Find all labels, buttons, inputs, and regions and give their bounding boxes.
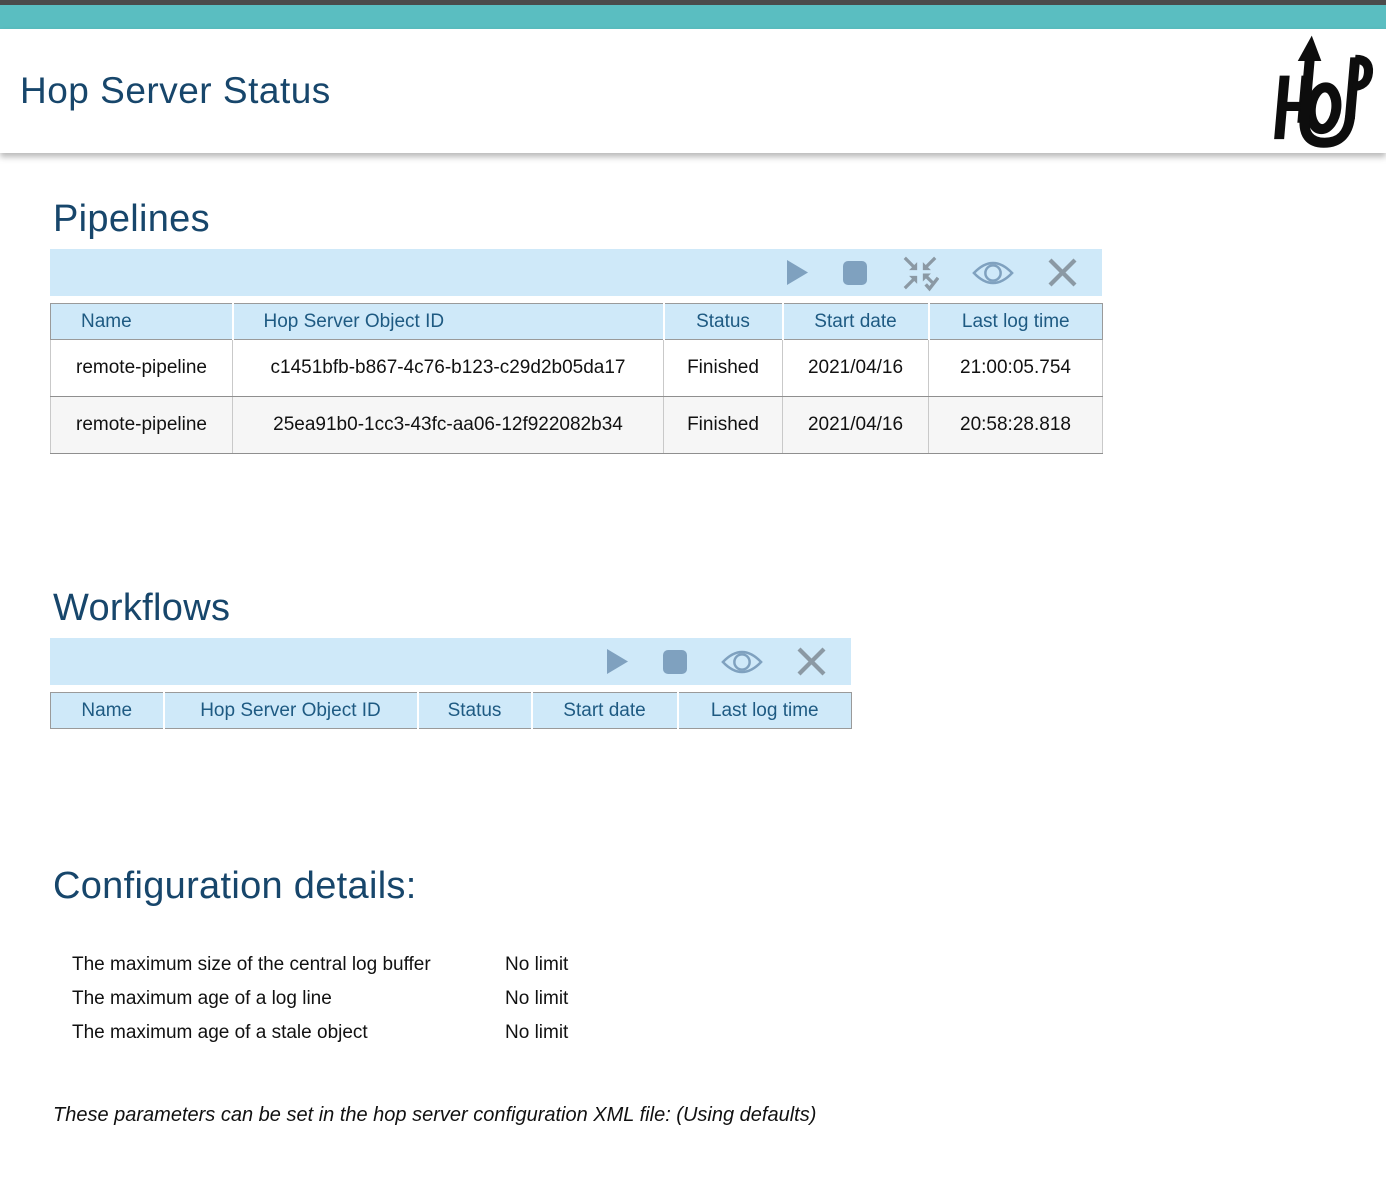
stop-pipeline-button[interactable] (842, 260, 868, 286)
pipelines-header-row: Name Hop Server Object ID Status Start d… (51, 304, 1103, 340)
pipeline-row[interactable]: remote-pipeline 25ea91b0-1cc3-43fc-aa06-… (51, 397, 1103, 454)
stop-icon (842, 260, 868, 286)
play-icon (786, 259, 809, 286)
view-pipeline-button[interactable] (972, 259, 1014, 287)
close-icon (1047, 257, 1078, 288)
pipeline-name: remote-pipeline (51, 340, 233, 397)
pipelines-col-name: Name (51, 304, 233, 340)
page-title: Hop Server Status (20, 70, 331, 112)
stop-icon (662, 649, 688, 675)
pipeline-status: Finished (664, 397, 783, 454)
start-workflow-button[interactable] (606, 648, 629, 675)
hop-logo (1252, 32, 1374, 150)
pipeline-name: remote-pipeline (51, 397, 233, 454)
remove-workflow-button[interactable] (796, 646, 827, 677)
config-param-label: The maximum age of a log line (72, 988, 505, 1010)
config-param-label: The maximum age of a stale object (72, 1022, 505, 1044)
pipelines-heading: Pipelines (53, 153, 1386, 241)
pipeline-start-date: 2021/04/16 (783, 340, 929, 397)
start-pipeline-button[interactable] (786, 259, 809, 286)
workflows-col-status: Status (418, 693, 532, 729)
pipeline-last-log-time: 20:58:28.818 (929, 397, 1103, 454)
pause-resume-pipeline-button[interactable] (901, 254, 939, 292)
pipeline-start-date: 2021/04/16 (783, 397, 929, 454)
workflows-toolbar (50, 638, 851, 685)
stop-workflow-button[interactable] (662, 649, 688, 675)
pipelines-table: Name Hop Server Object ID Status Start d… (50, 303, 1103, 454)
pipeline-object-id: c1451bfb-b867-4c76-b123-c29d2b05da17 (233, 340, 664, 397)
pipelines-col-object-id: Hop Server Object ID (233, 304, 664, 340)
collapse-check-icon (901, 254, 939, 292)
pipeline-object-id: 25ea91b0-1cc3-43fc-aa06-12f922082b34 (233, 397, 664, 454)
page-header: Hop Server Status (0, 29, 1386, 153)
eye-icon (721, 648, 763, 676)
config-param-value: No limit (505, 1022, 1386, 1044)
workflows-col-name: Name (51, 693, 164, 729)
eye-icon (972, 259, 1014, 287)
pipelines-col-status: Status (664, 304, 783, 340)
pipelines-col-last-log-time: Last log time (929, 304, 1103, 340)
view-workflow-button[interactable] (721, 648, 763, 676)
pipelines-col-start-date: Start date (783, 304, 929, 340)
config-param-label: The maximum size of the central log buff… (72, 954, 505, 976)
workflows-table: Name Hop Server Object ID Status Start d… (50, 692, 852, 729)
pipelines-toolbar (50, 249, 1102, 296)
workflows-col-last-log-time: Last log time (678, 693, 852, 729)
configuration-heading: Configuration details: (53, 865, 1386, 908)
play-icon (606, 648, 629, 675)
configuration-note: These parameters can be set in the hop s… (53, 1104, 1386, 1127)
config-param-value: No limit (505, 988, 1386, 1010)
pipeline-last-log-time: 21:00:05.754 (929, 340, 1103, 397)
pipeline-row[interactable]: remote-pipeline c1451bfb-b867-4c76-b123-… (51, 340, 1103, 397)
teal-accent-bar (0, 5, 1386, 29)
config-param-value: No limit (505, 954, 1386, 976)
pipeline-status: Finished (664, 340, 783, 397)
workflows-col-start-date: Start date (532, 693, 678, 729)
close-icon (796, 646, 827, 677)
remove-pipeline-button[interactable] (1047, 257, 1078, 288)
workflows-heading: Workflows (53, 587, 1386, 630)
workflows-header-row: Name Hop Server Object ID Status Start d… (51, 693, 852, 729)
main-content: Pipelines (0, 153, 1386, 1127)
workflows-col-object-id: Hop Server Object ID (164, 693, 418, 729)
hop-server-status-page: Hop Server Status Pipelines (0, 0, 1386, 1190)
configuration-parameters: The maximum size of the central log buff… (72, 954, 1386, 1044)
